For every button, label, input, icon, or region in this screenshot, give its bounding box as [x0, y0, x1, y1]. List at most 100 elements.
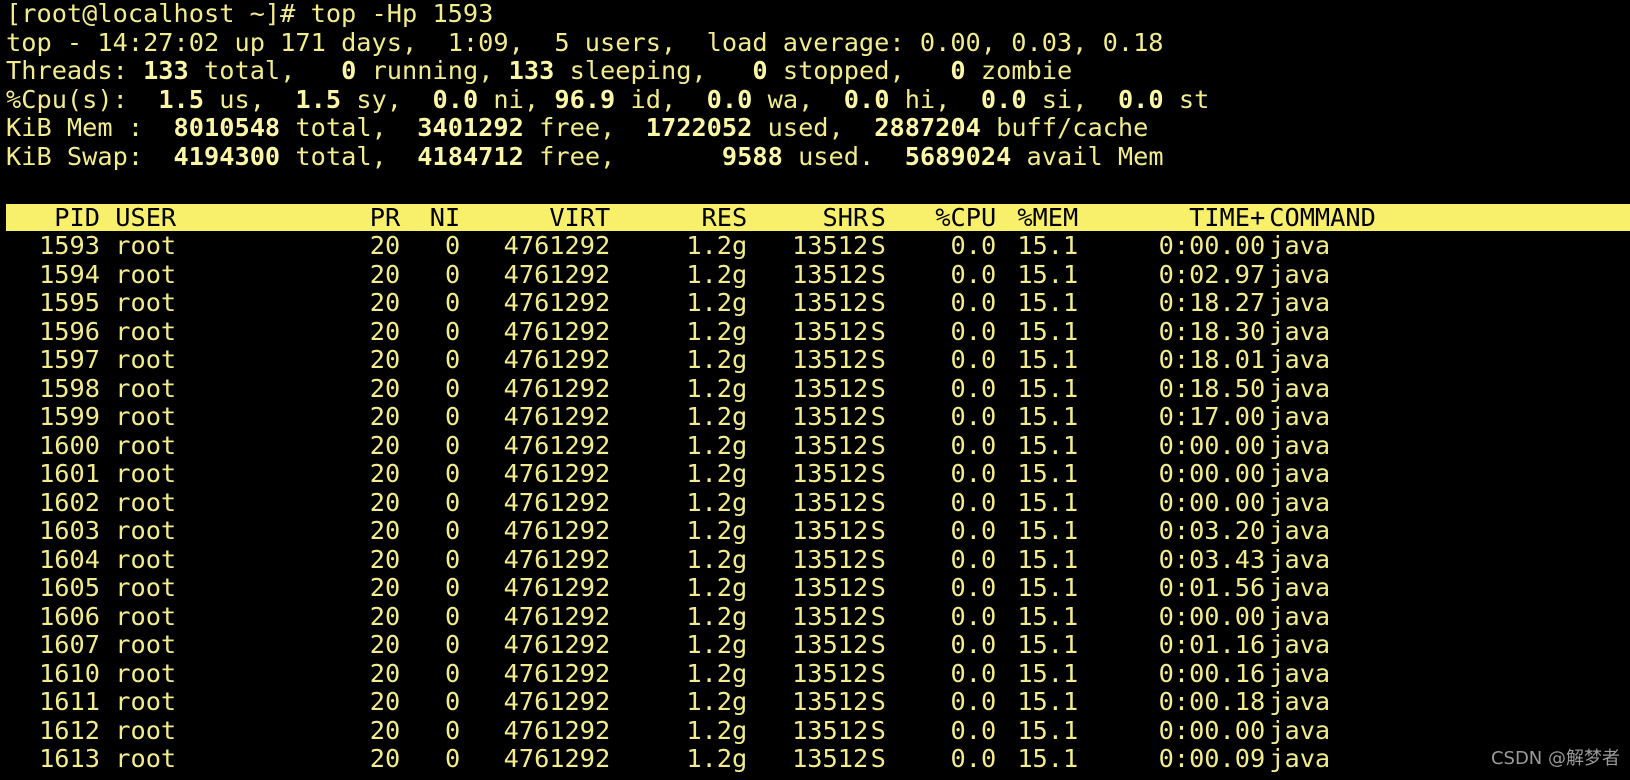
cell-ni: 0 — [445, 288, 461, 317]
cell-time: 0:02.97 — [1158, 259, 1266, 289]
cell-state: S — [870, 544, 886, 574]
cell-user: root — [115, 715, 177, 745]
cell-time: 0:00.00 — [1158, 232, 1266, 260]
cell-virt: 4761292 — [503, 544, 611, 574]
cell-shr: 13512 — [792, 288, 869, 317]
cell-mem: 15.1 — [1017, 744, 1079, 773]
cell-virt: 4761292 — [503, 658, 611, 688]
cell-state: S — [870, 487, 886, 517]
cell-ni: 0 — [445, 232, 461, 260]
cell-ni: 0 — [445, 316, 461, 346]
cell-virt: 4761292 — [503, 345, 611, 374]
cell-ni: 0 — [445, 573, 461, 602]
cell-cpu: 0.0 — [950, 544, 997, 574]
cell-res: 1.2g — [686, 288, 748, 317]
cell-ni: 0 — [445, 259, 461, 289]
cell-command: java — [1269, 715, 1331, 745]
cell-mem: 15.1 — [1017, 259, 1079, 289]
table-row: 1613 root 20 0 4761292 1.2g 13512S 0.0 15.1 0:00… — [6, 744, 1630, 774]
cell-shr: 13512 — [792, 259, 869, 289]
cell-command: java — [1269, 316, 1331, 346]
cell-state: S — [870, 601, 886, 631]
cell-command: java — [1269, 573, 1331, 602]
cell-pid: 1611 — [39, 687, 100, 716]
cell-virt: 4761292 — [503, 373, 611, 403]
cell-state: S — [870, 316, 886, 346]
table-row: 1598 root 20 0 4761292 1.2g 13512S 0.0 15.1 0:18… — [6, 373, 1630, 404]
cell-res: 1.2g — [686, 430, 748, 460]
mem-buff-cache: 2887204 — [874, 114, 981, 142]
cell-pid: 1606 — [39, 601, 100, 631]
table-row: 1612 root 20 0 4761292 1.2g 13512S 0.0 15.1 0:00… — [6, 715, 1630, 746]
cell-shr: 13512 — [792, 459, 869, 488]
cell-time: 0:03.20 — [1158, 516, 1266, 545]
table-row: 1599 root 20 0 4761292 1.2g 13512S 0.0 15.1 0:17… — [6, 402, 1630, 432]
cell-state: S — [870, 630, 886, 659]
cell-cpu: 0.0 — [950, 459, 997, 488]
cell-user: root — [115, 744, 177, 773]
header-state: S — [870, 204, 886, 231]
cell-user: root — [115, 544, 177, 574]
cell-pr: 20 — [369, 288, 401, 317]
cell-state: S — [870, 744, 886, 773]
cell-pr: 20 — [369, 402, 401, 431]
cell-cpu: 0.0 — [950, 259, 997, 289]
table-row: 1596 root 20 0 4761292 1.2g 13512S 0.0 15.1 0:18… — [6, 316, 1630, 347]
cell-res: 1.2g — [686, 459, 748, 488]
cell-cpu: 0.0 — [950, 316, 997, 346]
cell-virt: 4761292 — [503, 573, 611, 602]
mem-free: 3401292 — [417, 114, 524, 142]
cell-res: 1.2g — [686, 744, 748, 773]
cell-virt: 4761292 — [503, 259, 611, 289]
cell-command: java — [1269, 288, 1331, 317]
cell-pr: 20 — [369, 601, 401, 631]
cell-virt: 4761292 — [503, 288, 611, 317]
cell-pr: 20 — [369, 687, 401, 716]
cell-time: 0:00.00 — [1158, 715, 1266, 745]
cell-shr: 13512 — [792, 487, 869, 517]
cell-ni: 0 — [445, 715, 461, 745]
cell-pid: 1612 — [39, 715, 100, 745]
cell-ni: 0 — [445, 402, 461, 431]
cell-pr: 20 — [369, 345, 401, 374]
process-table-header: PID USER PR NI VIRT RES SHRS %CPU %MEM TIME+ COMM… — [6, 204, 1630, 231]
header-virt: VIRT — [549, 204, 611, 231]
header-pid: PID — [54, 204, 100, 231]
cell-command: java — [1269, 744, 1331, 773]
cell-virt: 4761292 — [503, 402, 611, 431]
table-row: 1597 root 20 0 4761292 1.2g 13512S 0.0 15.1 0:18… — [6, 345, 1630, 375]
cell-cpu: 0.0 — [950, 402, 997, 431]
cpu-id: 96.9 — [554, 85, 616, 114]
cell-time: 0:18.30 — [1158, 316, 1266, 346]
swap-free: 4184712 — [417, 142, 524, 171]
cell-cpu: 0.0 — [950, 373, 997, 403]
cell-mem: 15.1 — [1017, 715, 1079, 745]
cell-user: root — [115, 345, 177, 374]
cell-state: S — [870, 232, 886, 260]
cell-pid: 1596 — [39, 316, 100, 346]
table-row: 1611 root 20 0 4761292 1.2g 13512S 0.0 15.1 0:00… — [6, 687, 1630, 717]
table-row: 1605 root 20 0 4761292 1.2g 13512S 0.0 15.1 0:01… — [6, 573, 1630, 603]
cell-user: root — [115, 658, 177, 688]
cell-time: 0:17.00 — [1158, 402, 1266, 431]
swap-total: 4194300 — [173, 142, 281, 171]
cell-virt: 4761292 — [503, 715, 611, 745]
watermark: CSDN @解梦者 — [1490, 748, 1620, 769]
cell-cpu: 0.0 — [950, 573, 997, 602]
table-row: 1607 root 20 0 4761292 1.2g 13512S 0.0 15.1 0:01… — [6, 630, 1630, 660]
cell-state: S — [870, 573, 886, 602]
command-prompt: [root@localhost ~]# top -Hp 1593 — [6, 0, 494, 28]
cell-res: 1.2g — [686, 687, 748, 716]
table-row: 1604 root 20 0 4761292 1.2g 13512S 0.0 15.1 0:03… — [6, 544, 1630, 575]
header-ni: NI — [429, 204, 461, 231]
terminal-window[interactable]: [root@localhost ~]# top -Hp 1593 top - 1… — [6, 0, 1630, 171]
cell-virt: 4761292 — [503, 516, 611, 545]
cell-user: root — [115, 232, 177, 260]
cell-state: S — [870, 402, 886, 431]
cpu-st: 0.0 — [1117, 85, 1164, 114]
cell-res: 1.2g — [686, 630, 748, 659]
header-command: COMMAND — [1269, 204, 1376, 231]
mem-total: 8010548 — [173, 114, 281, 142]
cell-cpu: 0.0 — [950, 345, 997, 374]
cell-pid: 1605 — [39, 573, 100, 602]
